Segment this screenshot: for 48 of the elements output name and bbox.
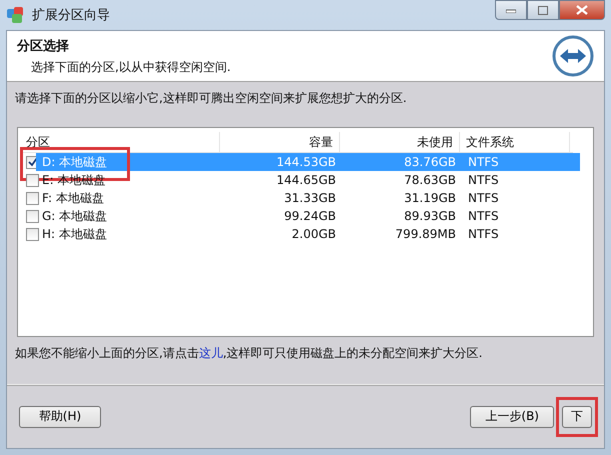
partition-name: G: 本地磁盘 [42, 208, 108, 224]
filesystem-cell-text: NTFS [467, 173, 500, 187]
minimize-icon [506, 7, 516, 13]
column-header[interactable]: 文件系统 [460, 132, 570, 152]
window-title: 扩展分区向导 [32, 7, 110, 24]
unused-cell-text: 89.93GB [403, 209, 457, 223]
unused-cell-text: 78.63GB [403, 173, 457, 187]
unused-cell-text: 799.89MB [394, 227, 457, 241]
partition-name: D: 本地磁盘 [42, 154, 108, 170]
filesystem-cell-text: NTFS [467, 191, 500, 205]
instruction-text: 请选择下面的分区以缩小它,这样即可腾出空闲空间来扩展您想扩大的分区. [15, 90, 408, 107]
capacity-cell-text: 144.53GB [275, 155, 337, 169]
column-header[interactable]: 容量 [220, 132, 340, 152]
minimize-button[interactable] [495, 0, 527, 20]
partition-name: E: 本地磁盘 [42, 172, 106, 188]
partition-name: F: 本地磁盘 [42, 190, 105, 206]
filesystem-cell-text: NTFS [467, 155, 500, 169]
partition-row[interactable]: F: 本地磁盘 31.33GB 31.19GB NTFS [36, 189, 580, 207]
partition-row[interactable]: G: 本地磁盘 99.24GB 89.93GB NTFS [36, 207, 580, 225]
page-title: 分区选择 [17, 38, 70, 54]
partition-name: H: 本地磁盘 [42, 226, 108, 242]
help-button[interactable]: 帮助(H) [19, 406, 101, 428]
partition-row[interactable]: H: 本地磁盘 2.00GB 799.89MB NTFS [36, 225, 580, 243]
capacity-cell-text: 99.24GB [283, 209, 337, 223]
partition-app-icon [6, 6, 26, 24]
here-link[interactable]: 这儿 [198, 346, 223, 360]
filesystem-cell-text: NTFS [467, 227, 500, 241]
checkbox[interactable] [26, 174, 39, 186]
partition-row[interactable]: E: 本地磁盘 144.65GB 78.63GB NTFS [36, 171, 580, 189]
close-button[interactable] [559, 0, 605, 20]
column-header[interactable]: 分区 [20, 132, 220, 152]
capacity-cell-text: 2.00GB [290, 227, 337, 241]
filesystem-cell-text: NTFS [467, 209, 500, 223]
checkbox[interactable] [26, 228, 39, 240]
next-button[interactable]: 下 [562, 406, 592, 428]
page-subtitle: 选择下面的分区,以从中获得空闲空间. [30, 58, 232, 76]
capacity-cell-text: 31.33GB [283, 191, 337, 205]
back-button[interactable]: 上一步(B) [470, 406, 554, 428]
checkbox[interactable] [26, 192, 39, 204]
close-icon [576, 5, 588, 15]
maximize-icon [538, 6, 548, 14]
checkbox[interactable] [26, 210, 39, 222]
unused-cell-text: 31.19GB [403, 191, 457, 205]
unused-cell-text: 83.76GB [403, 155, 457, 169]
maximize-button[interactable] [527, 0, 559, 20]
column-header[interactable]: 未使用 [340, 132, 460, 152]
capacity-cell-text: 144.65GB [275, 173, 337, 187]
note-text: 如果您不能缩小上面的分区,请点击这儿,这样即可只使用磁盘上的未分配空间来扩大分区. [15, 345, 484, 362]
